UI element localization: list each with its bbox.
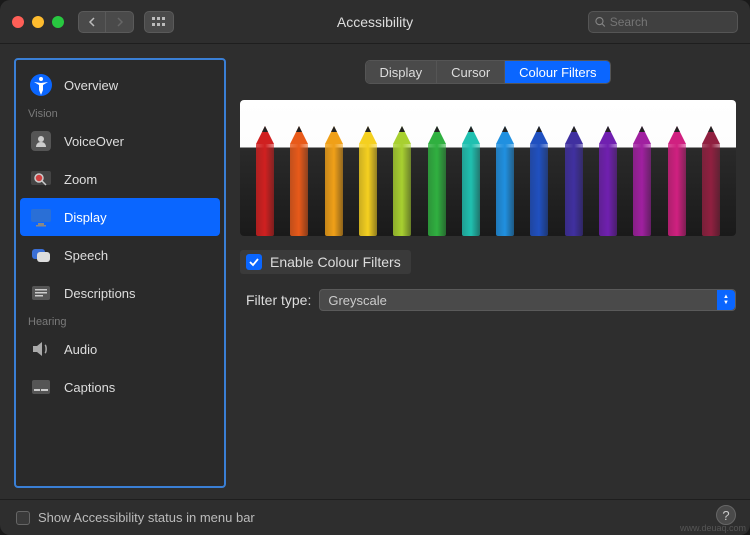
watermark: www.deuaq.com [680, 523, 746, 533]
sidebar-item-speech[interactable]: Speech [20, 236, 220, 274]
audio-icon [28, 336, 54, 362]
sidebar-item-label: Overview [64, 78, 118, 93]
pencil-icon [426, 126, 448, 236]
accessibility-icon [28, 72, 54, 98]
sidebar-section-hearing: Hearing [20, 312, 220, 330]
grid-icon [152, 17, 166, 27]
menubar-status-checkbox[interactable] [16, 511, 30, 525]
pencil-icon [563, 126, 585, 236]
pencil-icon [254, 126, 276, 236]
close-icon[interactable] [12, 16, 24, 28]
pencil-icon [323, 126, 345, 236]
speech-icon [28, 242, 54, 268]
sidebar-item-overview[interactable]: Overview [20, 66, 220, 104]
titlebar: Accessibility [0, 0, 750, 44]
filter-type-label: Filter type: [246, 292, 311, 308]
sidebar-item-label: VoiceOver [64, 134, 124, 149]
sidebar-section-vision: Vision [20, 104, 220, 122]
preferences-window: Accessibility Overview Vision VoiceOver [0, 0, 750, 535]
sidebar-item-label: Captions [64, 380, 115, 395]
enable-colour-filters-label: Enable Colour Filters [270, 254, 401, 270]
help-icon: ? [722, 508, 729, 523]
filter-type-value: Greyscale [328, 293, 387, 308]
filter-type-row: Filter type: Greyscale ▲▼ [240, 288, 736, 312]
pencil-icon [494, 126, 516, 236]
select-stepper-icon: ▲▼ [717, 290, 735, 310]
zoom-window-icon[interactable] [52, 16, 64, 28]
pencil-icon [391, 126, 413, 236]
sidebar-item-descriptions[interactable]: Descriptions [20, 274, 220, 312]
window-controls [12, 16, 64, 28]
sidebar: Overview Vision VoiceOver Zoom Display [14, 58, 226, 488]
display-icon [28, 204, 54, 230]
chevron-right-icon [116, 17, 124, 27]
sidebar-item-display[interactable]: Display [20, 198, 220, 236]
nav-buttons [78, 11, 134, 33]
forward-button[interactable] [106, 11, 134, 33]
captions-icon [28, 374, 54, 400]
enable-colour-filters-checkbox[interactable] [246, 254, 262, 270]
sidebar-item-audio[interactable]: Audio [20, 330, 220, 368]
pencil-icon [528, 126, 550, 236]
tab-display[interactable]: Display [366, 61, 438, 83]
sidebar-item-voiceover[interactable]: VoiceOver [20, 122, 220, 160]
voiceover-icon [28, 128, 54, 154]
back-button[interactable] [78, 11, 106, 33]
pencil-icon [288, 126, 310, 236]
window-title: Accessibility [337, 14, 413, 30]
tab-colour-filters[interactable]: Colour Filters [505, 61, 610, 83]
footer: Show Accessibility status in menu bar [0, 499, 750, 535]
sidebar-item-label: Zoom [64, 172, 97, 187]
sidebar-item-captions[interactable]: Captions [20, 368, 220, 406]
search-input[interactable] [610, 15, 731, 29]
sidebar-item-label: Audio [64, 342, 97, 357]
tab-cursor[interactable]: Cursor [437, 61, 505, 83]
sidebar-item-label: Display [64, 210, 107, 225]
tab-bar: Display Cursor Colour Filters [365, 60, 612, 84]
sidebar-item-label: Descriptions [64, 286, 136, 301]
descriptions-icon [28, 280, 54, 306]
pencil-icon [597, 126, 619, 236]
chevron-left-icon [88, 17, 96, 27]
pencil-icon [631, 126, 653, 236]
checkmark-icon [249, 257, 259, 267]
colour-preview [240, 100, 736, 236]
pencil-icon [460, 126, 482, 236]
help-button[interactable]: ? [716, 505, 736, 525]
search-field[interactable] [588, 11, 738, 33]
menubar-status-label: Show Accessibility status in menu bar [38, 510, 255, 525]
pencil-icon [357, 126, 379, 236]
minimize-icon[interactable] [32, 16, 44, 28]
pencil-icon [700, 126, 722, 236]
pencil-icon [666, 126, 688, 236]
main-panel: Display Cursor Colour Filters Enable Col… [240, 58, 736, 491]
zoom-icon [28, 166, 54, 192]
sidebar-item-label: Speech [64, 248, 108, 263]
search-icon [595, 16, 606, 28]
content-area: Overview Vision VoiceOver Zoom Display [0, 44, 750, 499]
filter-type-select[interactable]: Greyscale ▲▼ [319, 289, 736, 311]
show-all-button[interactable] [144, 11, 174, 33]
sidebar-item-zoom[interactable]: Zoom [20, 160, 220, 198]
enable-colour-filters-row[interactable]: Enable Colour Filters [240, 250, 411, 274]
